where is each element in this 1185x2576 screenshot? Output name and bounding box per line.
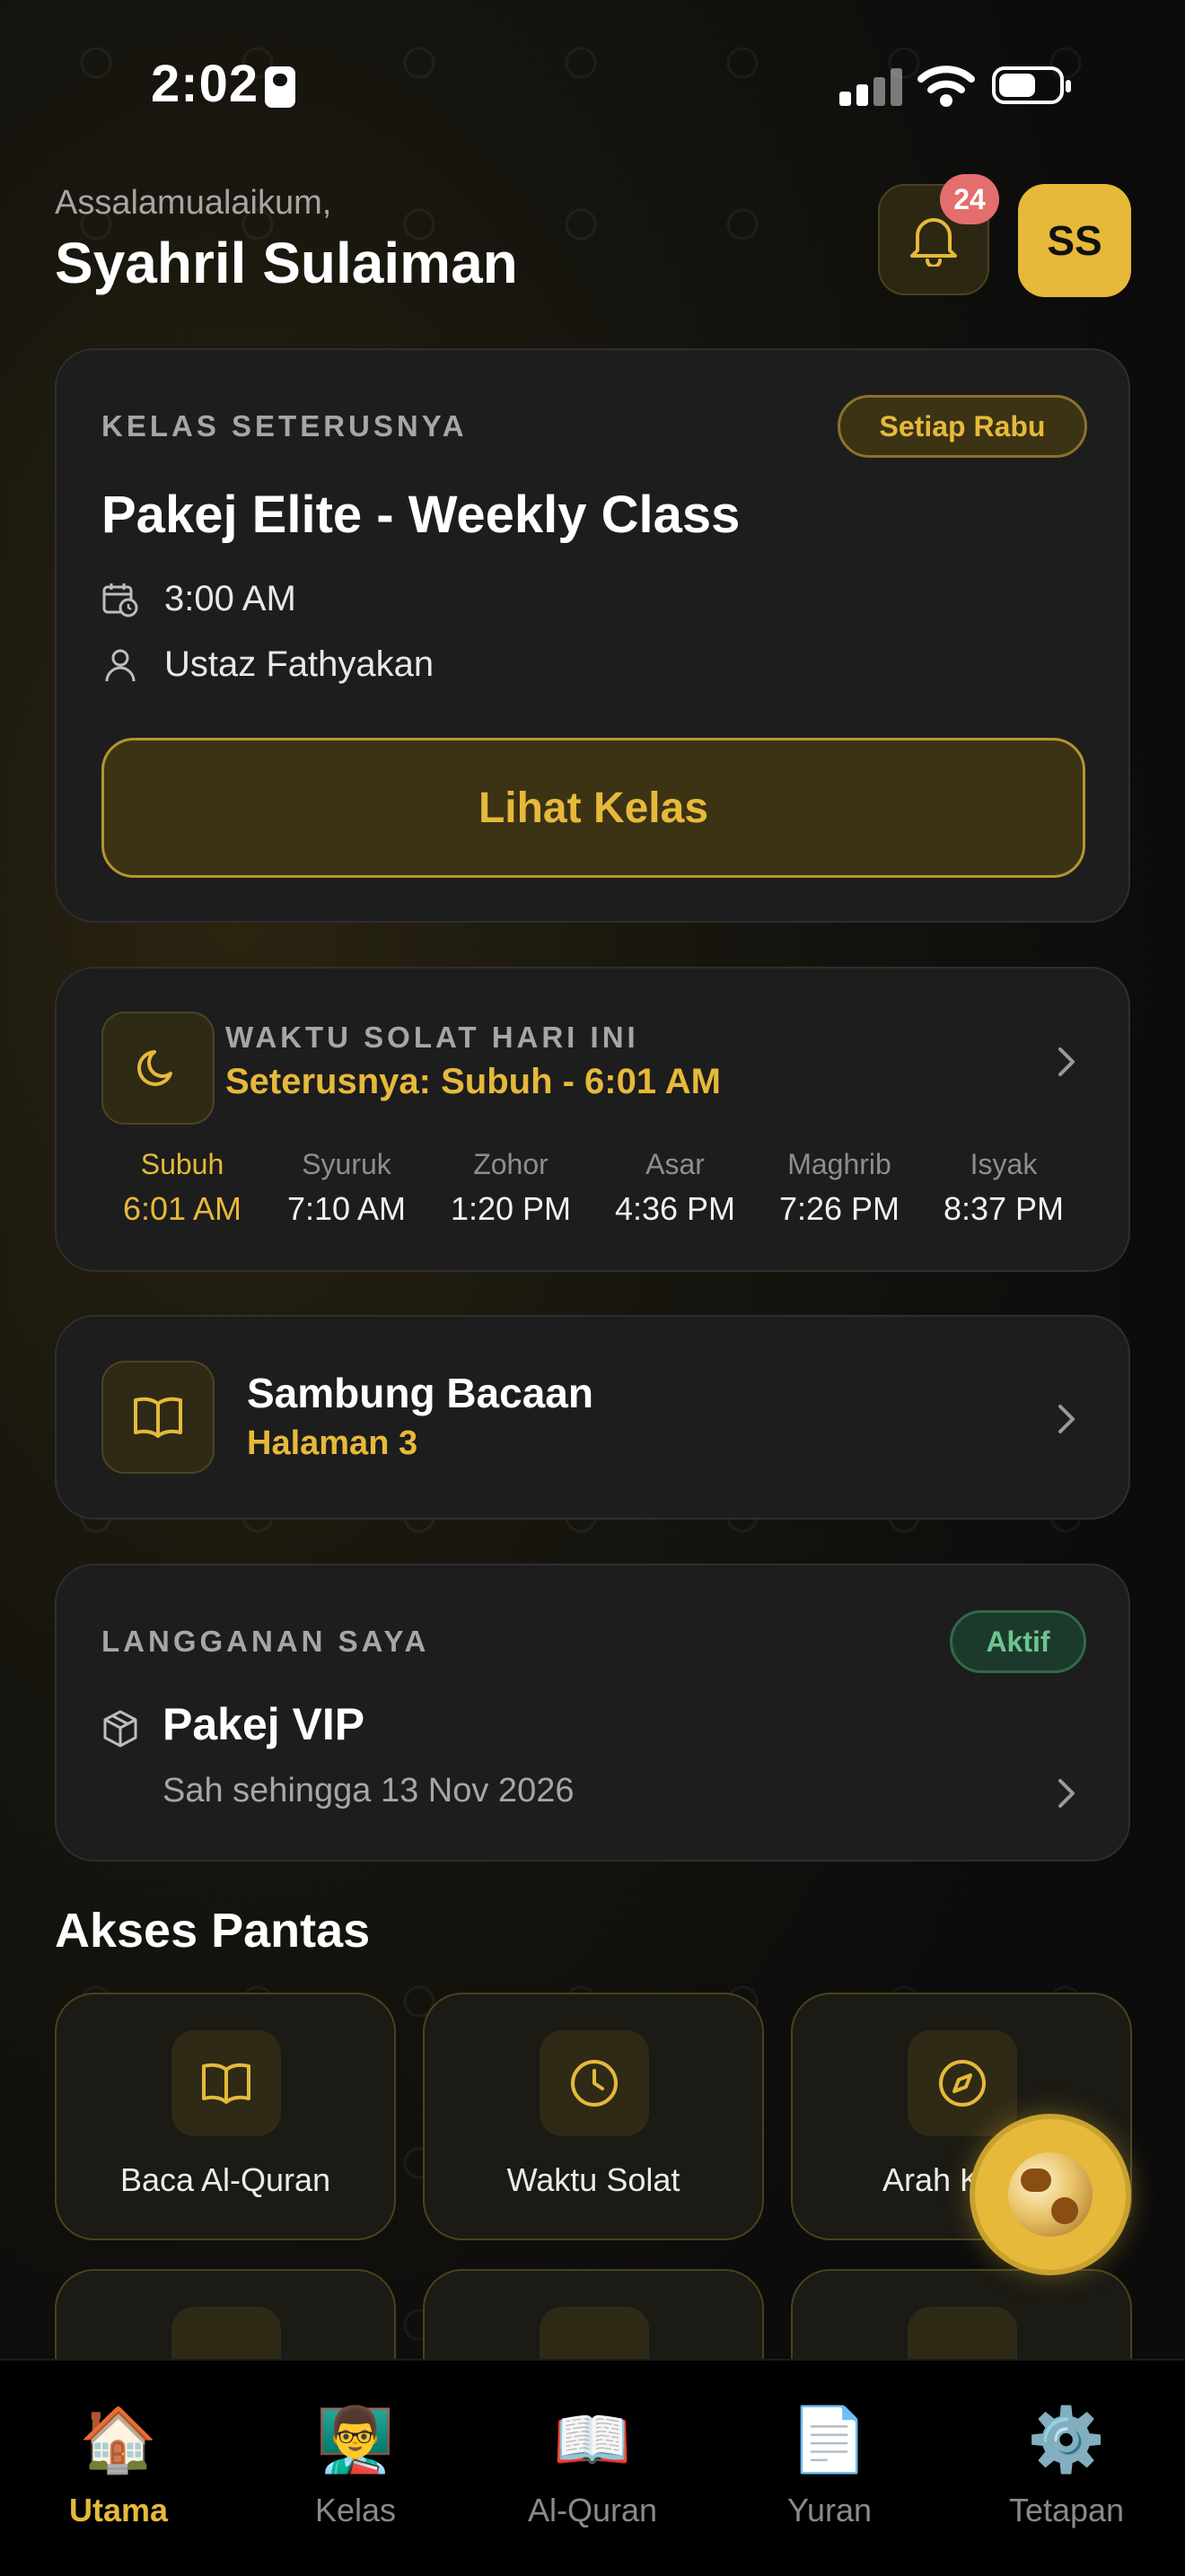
house-icon: 🏠 — [79, 2405, 158, 2475]
tab-label: Al-Quran — [527, 2492, 658, 2528]
status-time: 2:02 — [151, 55, 259, 113]
prayer-name: Subuh — [140, 1148, 224, 1180]
prayer-name: Syuruk — [302, 1148, 391, 1180]
moon-icon — [137, 1050, 172, 1086]
next-class-label: KELAS SETERUSNYA — [101, 409, 468, 442]
prayer-subuh: Subuh 6:01 AM — [101, 1148, 263, 1228]
calendar-clock-icon — [102, 583, 138, 617]
class-teacher: Ustaz Fathyakan — [164, 644, 434, 684]
continue-reading-card[interactable]: Sambung Bacaan Halaman 3 — [55, 1315, 1130, 1520]
prayer-time: 1:20 PM — [450, 1190, 572, 1227]
tab-yuran[interactable]: 📄 Yuran — [711, 2361, 948, 2576]
chevron-right-icon — [1058, 1405, 1075, 1433]
clock-icon — [540, 2030, 649, 2136]
globe-icon — [1008, 2152, 1093, 2237]
teacher-icon: 👨‍🏫 — [316, 2405, 395, 2475]
tab-al-quran[interactable]: 📖 Al-Quran — [474, 2361, 711, 2576]
wifi-icon — [917, 66, 975, 107]
tab-utama[interactable]: 🏠 Utama — [0, 2361, 237, 2576]
prayer-name: Maghrib — [787, 1148, 891, 1180]
status-badge: Aktif — [950, 1610, 1086, 1673]
quran-icon: 📖 — [553, 2405, 632, 2475]
subscription-label: LANGGANAN SAYA — [101, 1625, 430, 1658]
package-icon — [103, 1710, 137, 1748]
quick-access-prayer-times[interactable]: Waktu Solat — [423, 1993, 764, 2240]
moon-icon-box — [101, 1012, 215, 1125]
prayer-time: 7:10 AM — [286, 1190, 407, 1227]
tab-label: Tetapan — [1008, 2492, 1125, 2528]
tile-label: Waktu Solat — [506, 2161, 680, 2198]
continue-reading-page: Halaman 3 — [247, 1424, 418, 1462]
quick-access-read-quran[interactable]: Baca Al-Quran — [55, 1993, 396, 2240]
gear-icon: ⚙️ — [1027, 2405, 1106, 2475]
prayer-asar: Asar 4:36 PM — [594, 1148, 756, 1228]
next-prayer: Seterusnya: Subuh - 6:01 AM — [225, 1062, 721, 1101]
prayer-times-card[interactable]: WAKTU SOLAT HARI INI Seterusnya: Subuh -… — [55, 967, 1130, 1272]
class-teacher-row: Ustaz Fathyakan — [101, 644, 434, 685]
prayer-isyak: Isyak 8:37 PM — [923, 1148, 1084, 1228]
tab-label: Kelas — [314, 2492, 397, 2528]
next-class-card: KELAS SETERUSNYA Setiap Rabu Pakej Elite… — [55, 348, 1130, 923]
view-class-button[interactable]: Lihat Kelas — [101, 738, 1085, 878]
prayer-syuruk: Syuruk 7:10 AM — [266, 1148, 427, 1228]
prayer-name: Asar — [645, 1148, 705, 1180]
subscription-plan: Pakej VIP — [162, 1699, 365, 1749]
class-time-row: 3:00 AM — [101, 579, 296, 619]
globe-fab-button[interactable] — [970, 2114, 1131, 2275]
subscription-validity: Sah sehingga 13 Nov 2026 — [162, 1772, 575, 1809]
tab-label: Utama — [68, 2492, 169, 2528]
continue-reading-title: Sambung Bacaan — [247, 1370, 593, 1416]
prayer-time: 4:36 PM — [614, 1190, 736, 1227]
subscription-card[interactable]: LANGGANAN SAYA Aktif Pakej VIP Sah sehin… — [55, 1564, 1130, 1862]
notification-count-badge: 24 — [940, 174, 999, 224]
greeting-text: Assalamualaikum, — [55, 184, 332, 222]
battery-icon — [992, 66, 1071, 104]
prayer-time: 8:37 PM — [943, 1190, 1065, 1227]
chevron-right-icon — [1058, 1047, 1075, 1076]
prayer-label: WAKTU SOLAT HARI INI — [225, 1021, 639, 1054]
class-time: 3:00 AM — [164, 579, 296, 618]
receipt-icon: 📄 — [790, 2405, 869, 2475]
class-title: Pakej Elite - Weekly Class — [101, 486, 741, 544]
prayer-name: Zohor — [473, 1148, 549, 1180]
prayer-time: 6:01 AM — [122, 1190, 242, 1227]
cellular-signal-icon — [839, 65, 902, 106]
tab-label: Yuran — [786, 2492, 873, 2528]
book-open-icon — [171, 2030, 281, 2136]
book-icon-box — [101, 1361, 215, 1474]
book-open-icon — [134, 1397, 182, 1438]
prayer-zohor: Zohor 1:20 PM — [430, 1148, 592, 1228]
bottom-tab-bar: 🏠 Utama 👨‍🏫 Kelas 📖 Al-Quran 📄 Yuran ⚙️ … — [0, 2359, 1185, 2576]
person-icon — [105, 649, 136, 681]
chevron-right-icon — [1058, 1779, 1075, 1808]
avatar[interactable]: SS — [1018, 184, 1131, 297]
tab-tetapan[interactable]: ⚙️ Tetapan — [948, 2361, 1185, 2576]
contact-card-icon — [265, 66, 295, 108]
quick-access-title: Akses Pantas — [55, 1904, 371, 1958]
prayer-time: 7:26 PM — [778, 1190, 900, 1227]
prayer-maghrib: Maghrib 7:26 PM — [759, 1148, 920, 1228]
prayer-name: Isyak — [970, 1148, 1038, 1180]
tab-kelas[interactable]: 👨‍🏫 Kelas — [237, 2361, 474, 2576]
schedule-badge: Setiap Rabu — [838, 395, 1087, 458]
compass-icon — [908, 2030, 1017, 2136]
tile-label: Baca Al-Quran — [119, 2161, 331, 2198]
user-name: Syahril Sulaiman — [55, 231, 518, 295]
